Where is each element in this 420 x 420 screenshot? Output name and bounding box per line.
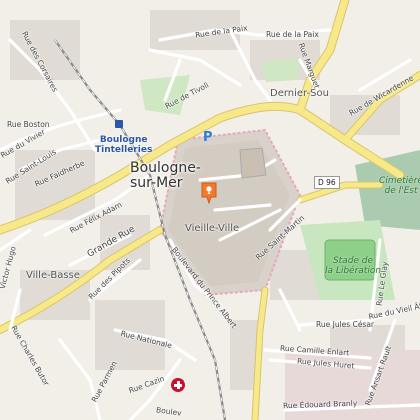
stadium-label-line2: la Libération	[324, 266, 382, 277]
old-town-label: Vieille-Ville	[185, 223, 240, 234]
cemetery-label-line1: Cimetière	[379, 176, 420, 186]
station-label-line2: Tintelleries	[95, 145, 153, 156]
stadium-label-line1: Stade de	[332, 256, 374, 266]
street-label: Rue Boston	[7, 120, 50, 129]
dernier-sou-label: Dernier-Sou	[270, 88, 329, 99]
road-shield-d96: D 96	[314, 176, 340, 189]
cemetery-label-line2: de l'Est	[384, 186, 418, 197]
parking-icon[interactable]: P	[203, 130, 213, 145]
map-base	[0, 0, 420, 420]
station-label-line1: Boulogne	[99, 135, 148, 145]
map-canvas[interactable]: Boulogne Tintelleries P Boulogne-sur-Mer…	[0, 0, 420, 420]
hospital-icon[interactable]	[171, 378, 185, 392]
train-station-icon[interactable]	[115, 120, 123, 128]
city-label: Boulogne-sur-Mer	[130, 160, 201, 191]
street-label: Rue de la Paix	[266, 30, 319, 39]
cemetery-label: Cimetière de l'Est	[376, 176, 420, 197]
lower-town-label: Ville-Basse	[26, 270, 80, 281]
stadium-label: Stade de la Libération	[323, 256, 383, 277]
station-label[interactable]: Boulogne Tintelleries	[95, 135, 152, 156]
street-label: Rue Jules César	[316, 320, 375, 329]
